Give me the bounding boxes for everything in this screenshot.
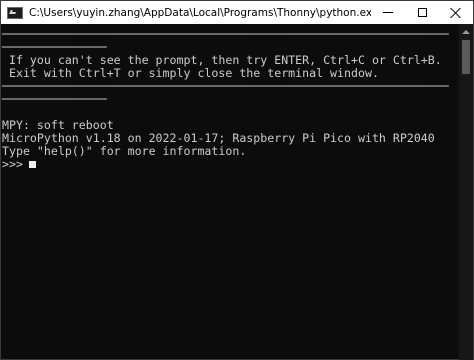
close-icon bbox=[450, 7, 462, 19]
scroll-up-arrow-icon[interactable] bbox=[459, 26, 473, 38]
scrollbar-thumb[interactable] bbox=[462, 40, 470, 74]
close-button[interactable] bbox=[439, 1, 473, 24]
output-line: Type "help()" for more information. bbox=[2, 144, 247, 158]
vertical-scrollbar[interactable] bbox=[459, 24, 473, 360]
window-title: C:\Users\yuyin.zhang\AppData\Local\Progr… bbox=[29, 6, 371, 19]
terminal-output[interactable]: ────────────────────────────────────────… bbox=[1, 24, 459, 360]
separator-line: ─────────────── bbox=[2, 92, 107, 106]
minimize-button[interactable] bbox=[371, 1, 405, 24]
maximize-icon bbox=[417, 8, 427, 17]
title-bar[interactable]: C:\Users\yuyin.zhang\AppData\Local\Progr… bbox=[1, 1, 473, 24]
repl-prompt: >>> bbox=[2, 157, 23, 171]
text-cursor bbox=[28, 161, 36, 168]
console-app-icon bbox=[7, 6, 23, 19]
console-window: C:\Users\yuyin.zhang\AppData\Local\Progr… bbox=[0, 0, 474, 360]
minimize-icon bbox=[383, 12, 393, 13]
prompt-line[interactable]: >>> bbox=[2, 158, 459, 171]
maximize-button[interactable] bbox=[405, 1, 439, 24]
